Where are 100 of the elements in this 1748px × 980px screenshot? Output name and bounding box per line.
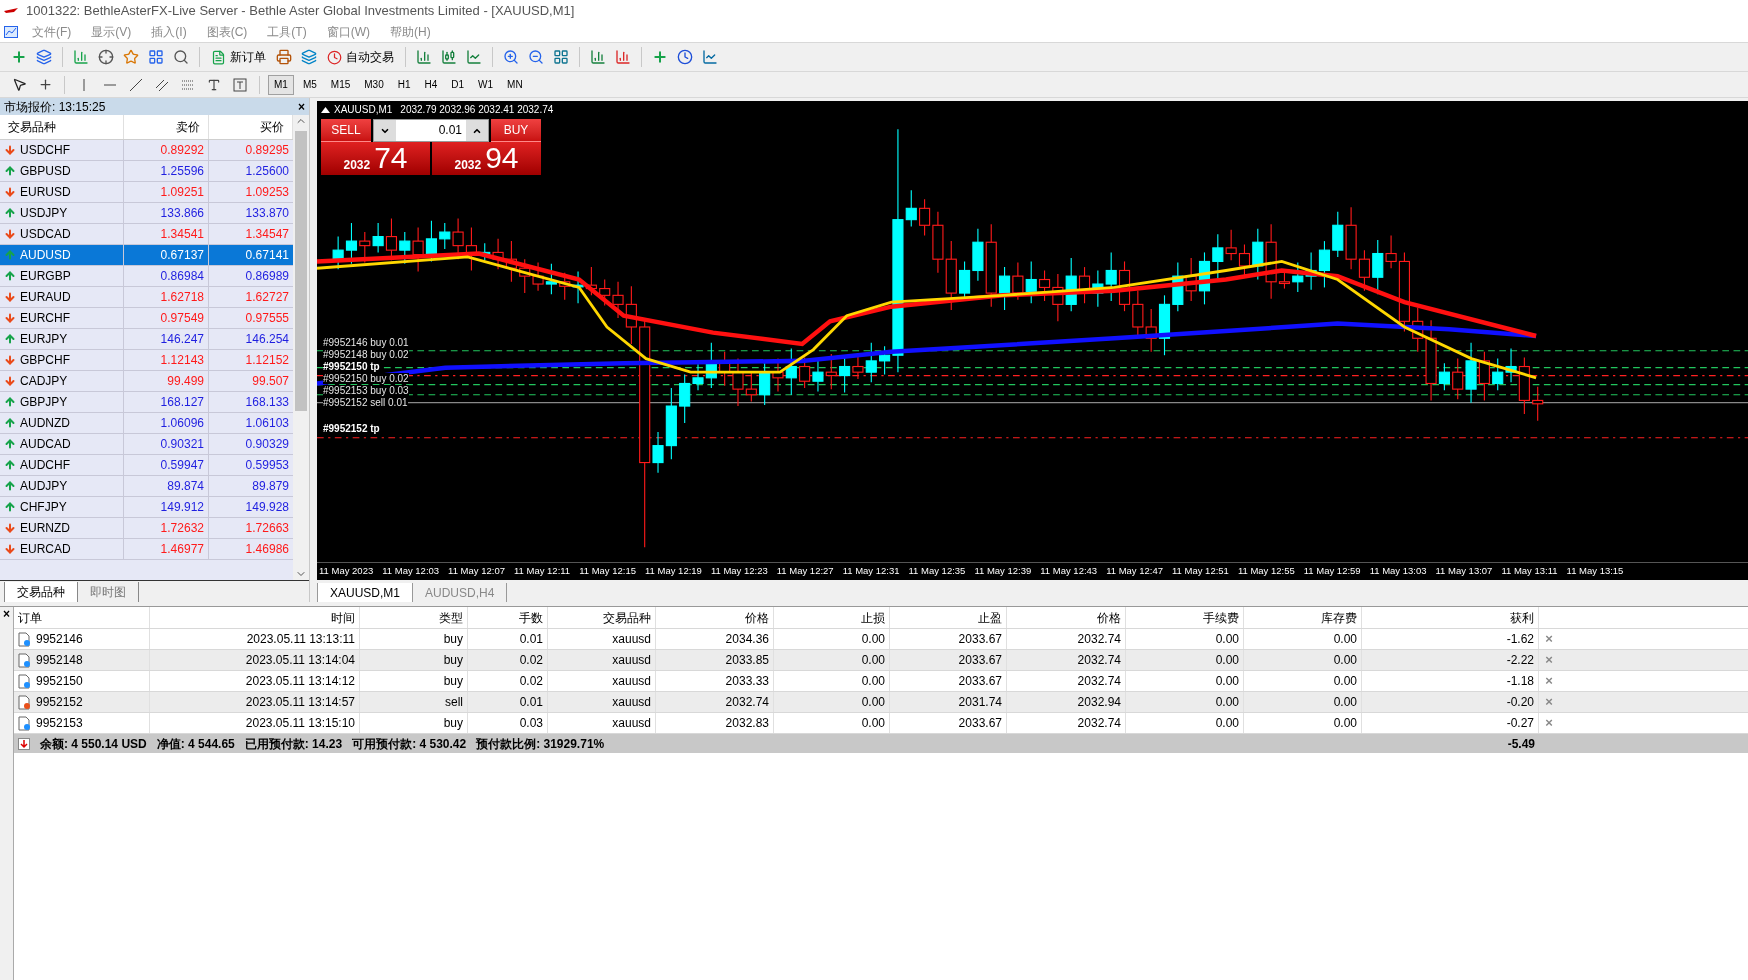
symbol-row[interactable]: GBPCHF 1.12143 1.12152 — [0, 350, 293, 371]
menu-item[interactable]: 图表(C) — [196, 23, 258, 41]
symbol-row[interactable]: EURCAD 1.46977 1.46986 — [0, 539, 293, 560]
table-cell-text: 0.00 — [1215, 673, 1239, 690]
new-order-button[interactable]: 新订单 — [207, 45, 270, 69]
column-header[interactable]: 卖价 — [124, 115, 209, 139]
column-header[interactable]: 时间 — [150, 607, 360, 628]
table-cell-text: 9952150 — [36, 673, 83, 690]
column-header[interactable]: 订单 — [14, 607, 150, 628]
close-order-button[interactable]: × — [1539, 671, 1559, 691]
symbol-row[interactable]: CADJPY 99.499 99.507 — [0, 371, 293, 392]
increase-icon[interactable] — [466, 120, 488, 141]
tab[interactable]: 即时图 — [78, 582, 139, 602]
symbol-row[interactable]: AUDCAD 0.90321 0.90329 — [0, 434, 293, 455]
symbol-row[interactable]: AUDUSD 0.67137 0.67141 — [0, 245, 293, 266]
column-header[interactable]: 价格 — [656, 607, 774, 628]
bid-price: 1.46977 — [160, 541, 204, 558]
symbol-row[interactable]: GBPUSD 1.25596 1.25600 — [0, 161, 293, 182]
table-cell-text: 0.00 — [861, 652, 885, 669]
timeframe-button[interactable]: D1 — [446, 74, 470, 95]
symbol-row[interactable]: EURAUD 1.62718 1.62727 — [0, 287, 293, 308]
column-header[interactable]: 获利 — [1362, 607, 1539, 628]
symbol-row[interactable]: EURJPY 146.247 146.254 — [0, 329, 293, 350]
column-header[interactable]: 库存费 — [1244, 607, 1362, 628]
chart-tab[interactable]: XAUUSD,M1 — [317, 583, 413, 602]
time-axis-label: 11 May 12:07 — [448, 564, 505, 579]
symbol-row[interactable]: AUDJPY 89.874 89.879 — [0, 476, 293, 497]
table-cell-text: -0.20 — [1506, 694, 1534, 711]
sell-button[interactable]: SELL — [321, 119, 371, 142]
timeframe-button[interactable]: H4 — [419, 74, 443, 95]
timeframe-button[interactable]: MN — [502, 74, 528, 95]
buy-button[interactable]: BUY — [491, 119, 541, 142]
table-cell-text: 0.00 — [861, 694, 885, 711]
symbol-row[interactable]: EURCHF 0.97549 0.97555 — [0, 308, 293, 329]
bid-price: 1.06096 — [160, 415, 204, 432]
column-header[interactable]: 交易品种 — [0, 115, 124, 139]
collapse-icon[interactable] — [321, 106, 330, 113]
menu-item[interactable]: 窗口(W) — [316, 23, 380, 41]
column-header[interactable]: 止损 — [774, 607, 890, 628]
time-axis-label: 11 May 12:19 — [645, 564, 702, 579]
symbol-row[interactable]: EURGBP 0.86984 0.86989 — [0, 266, 293, 287]
sell-price-button[interactable]: 2032 74 — [321, 142, 430, 175]
timeframe-button[interactable]: W1 — [473, 74, 499, 95]
symbol-name: AUDCHF — [20, 457, 70, 474]
ask-price: 0.86989 — [245, 268, 289, 285]
close-button[interactable]: × — [298, 97, 305, 116]
lot-size-field[interactable]: 0.01 — [373, 119, 489, 142]
symbol-row[interactable]: AUDNZD 1.06096 1.06103 — [0, 413, 293, 434]
order-label: #9952148 buy 0.02 — [323, 349, 409, 360]
bid-price: 1.09251 — [160, 184, 204, 201]
table-cell-text: 2033.67 — [958, 715, 1002, 732]
table-cell-text: 0.00 — [861, 631, 885, 648]
timeframe-button[interactable]: M30 — [359, 74, 389, 95]
close-order-button[interactable]: × — [1539, 713, 1559, 733]
auto-trading-button[interactable]: 自动交易 — [323, 45, 398, 69]
tab[interactable]: 交易品种 — [4, 582, 78, 602]
menu-item[interactable]: 显示(V) — [81, 23, 142, 41]
timeframe-button[interactable]: M15 — [325, 74, 356, 95]
decrease-icon[interactable] — [374, 120, 396, 141]
column-header[interactable]: 类型 — [360, 607, 468, 628]
symbol-row[interactable]: USDJPY 133.866 133.870 — [0, 203, 293, 224]
table-cell-text: xauusd — [612, 631, 651, 648]
time-axis-label: 11 May 13:07 — [1435, 564, 1493, 579]
table-cell-text: 2033.67 — [958, 652, 1002, 669]
ask-price: 1.62727 — [245, 289, 289, 306]
symbol-row[interactable]: AUDCHF 0.59947 0.59953 — [0, 455, 293, 476]
ask-price: 99.507 — [252, 373, 289, 390]
timeframe-button[interactable]: M5 — [297, 74, 322, 95]
symbol-row[interactable]: GBPJPY 168.127 168.133 — [0, 392, 293, 413]
symbol-name: EURCAD — [20, 541, 71, 558]
column-header[interactable]: 价格 — [1007, 607, 1126, 628]
column-header[interactable]: 交易品种 — [548, 607, 656, 628]
ask-price: 146.254 — [245, 331, 289, 348]
table-cell-text: 2033.67 — [958, 631, 1002, 648]
menu-item[interactable]: 文件(F) — [22, 23, 82, 41]
menu-item[interactable]: 插入(I) — [141, 23, 197, 41]
table-cell-text: 0.01 — [519, 631, 543, 648]
column-header[interactable]: 止盈 — [890, 607, 1007, 628]
bid-price: 1.34541 — [160, 226, 204, 243]
close-order-button[interactable]: × — [1539, 629, 1559, 649]
timeframe-button[interactable]: H1 — [392, 74, 416, 95]
column-header[interactable]: 手数 — [468, 607, 548, 628]
ask-price: 149.928 — [245, 499, 289, 516]
buy-price-button[interactable]: 2032 94 — [432, 142, 541, 175]
symbol-row[interactable]: EURNZD 1.72632 1.72663 — [0, 518, 293, 539]
close-button[interactable]: × — [3, 607, 10, 621]
symbol-row[interactable]: CHFJPY 149.912 149.928 — [0, 497, 293, 518]
symbol-row[interactable]: EURUSD 1.09251 1.09253 — [0, 182, 293, 203]
menu-item[interactable]: 帮助(H) — [380, 23, 441, 41]
table-cell-text: 0.00 — [1215, 631, 1239, 648]
bid-price: 168.127 — [160, 394, 204, 411]
column-header[interactable]: 手续费 — [1126, 607, 1244, 628]
document-plus-icon — [211, 49, 226, 65]
menu-item[interactable]: 工具(T) — [257, 23, 317, 41]
lot-size-value: 0.01 — [437, 122, 463, 139]
table-cell-text: 2023.05.11 13:14:57 — [245, 694, 355, 711]
clock-icon — [327, 49, 342, 65]
timeframe-button[interactable]: M1 — [268, 74, 294, 95]
symbol-name: AUDJPY — [20, 478, 68, 495]
symbol-row[interactable]: USDCHF 0.89292 0.89295 — [0, 140, 293, 161]
